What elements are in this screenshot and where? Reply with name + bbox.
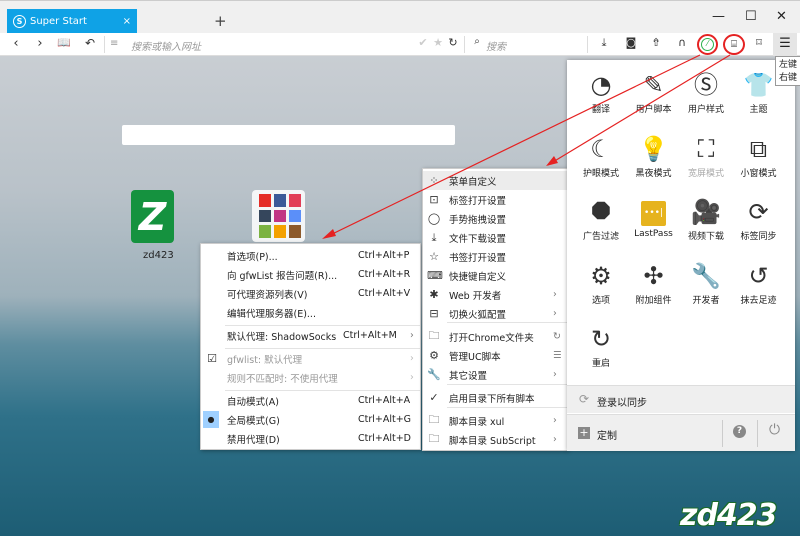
arrow-line [323,54,701,239]
arrow-line [547,54,731,166]
annotation-arrows [322,54,731,239]
watermark-logo: zd423 [680,498,778,533]
arrow-head [322,229,336,239]
arrow-head [546,156,558,166]
